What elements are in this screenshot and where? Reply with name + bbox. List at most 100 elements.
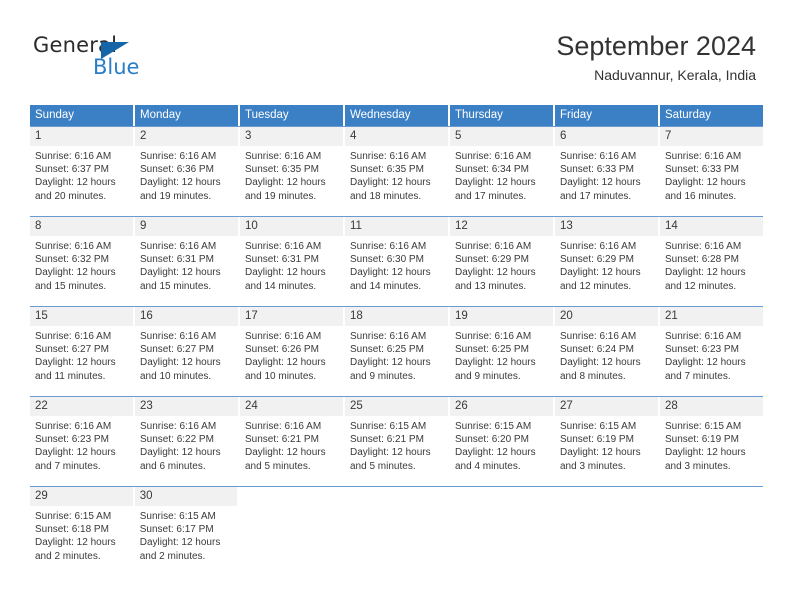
daylight-text-line2: and 15 minutes. [140,280,212,292]
day-cell[interactable]: 13 Sunrise: 6:16 AM Sunset: 6:29 PM Dayligh… [555,217,658,306]
sunset-text: Sunset: 6:19 PM [560,434,634,446]
daylight-text-line1: Daylight: 12 hours [140,357,221,369]
day-cell[interactable]: 24 Sunrise: 6:16 AM Sunset: 6:21 PM Dayligh… [240,397,343,486]
day-cell[interactable]: 25 Sunrise: 6:15 AM Sunset: 6:21 PM Dayligh… [345,397,448,486]
day-cell[interactable]: 27 Sunrise: 6:15 AM Sunset: 6:19 PM Dayligh… [555,397,658,486]
sunrise-text: Sunrise: 6:16 AM [35,241,112,252]
sunrise-text: Sunrise: 6:15 AM [350,421,427,432]
day-cell[interactable]: 17 Sunrise: 6:16 AM Sunset: 6:26 PM Dayligh… [240,307,343,396]
empty-day-cell [344,487,447,576]
daylight-text-line1: Daylight: 12 hours [140,177,221,189]
day-cell[interactable]: 11 Sunrise: 6:16 AM Sunset: 6:30 PM Dayligh… [345,217,448,306]
sunset-text: Sunset: 6:22 PM [140,434,214,446]
sunset-text: Sunset: 6:21 PM [245,434,319,446]
day-number: 8 [30,217,133,236]
day-details: Sunrise: 6:16 AM Sunset: 6:23 PM Daylight:… [660,326,763,383]
daylight-text-line2: and 18 minutes. [350,190,422,202]
day-number: 24 [240,397,343,416]
day-details: Sunrise: 6:15 AM Sunset: 6:17 PM Daylight:… [135,506,238,563]
daylight-text-line2: and 3 minutes. [560,460,626,472]
sunrise-text: Sunrise: 6:16 AM [560,331,637,342]
sunrise-text: Sunrise: 6:16 AM [560,241,637,252]
day-cell[interactable]: 18 Sunrise: 6:16 AM Sunset: 6:25 PM Dayligh… [345,307,448,396]
day-cell[interactable]: 26 Sunrise: 6:15 AM Sunset: 6:20 PM Dayligh… [450,397,553,486]
day-cell[interactable]: 23 Sunrise: 6:16 AM Sunset: 6:22 PM Dayligh… [135,397,238,486]
calendar-grid: Sunday Monday Tuesday Wednesday Thursday Frid… [30,105,763,576]
title-block: September 2024 Naduvannur, Kerala, India [556,30,756,84]
daylight-text-line1: Daylight: 12 hours [350,357,431,369]
day-cell[interactable]: 6 Sunrise: 6:16 AM Sunset: 6:33 PM Daylight… [555,127,658,216]
sunrise-text: Sunrise: 6:15 AM [665,421,742,432]
sunrise-text: Sunrise: 6:16 AM [455,241,532,252]
weekday-header-sunday: Sunday [30,105,133,126]
sunrise-text: Sunrise: 6:16 AM [665,151,742,162]
day-details: Sunrise: 6:16 AM Sunset: 6:31 PM Daylight:… [240,236,343,293]
daylight-text-line1: Daylight: 12 hours [560,267,641,279]
week-body: 29 Sunrise: 6:15 AM Sunset: 6:18 PM Dayligh… [30,487,763,576]
daylight-text-line2: and 5 minutes. [245,460,311,472]
day-cell[interactable]: 14 Sunrise: 6:16 AM Sunset: 6:28 PM Dayligh… [660,217,763,306]
day-details: Sunrise: 6:16 AM Sunset: 6:29 PM Daylight:… [555,236,658,293]
sunset-text: Sunset: 6:29 PM [455,254,529,266]
sunrise-text: Sunrise: 6:16 AM [560,151,637,162]
day-cell[interactable]: 9 Sunrise: 6:16 AM Sunset: 6:31 PM Daylight… [135,217,238,306]
day-cell[interactable]: 3 Sunrise: 6:16 AM Sunset: 6:35 PM Daylight… [240,127,343,216]
day-number: 19 [450,307,553,326]
daylight-text-line1: Daylight: 12 hours [665,267,746,279]
sunset-text: Sunset: 6:35 PM [350,164,424,176]
day-cell[interactable]: 29 Sunrise: 6:15 AM Sunset: 6:18 PM Dayligh… [30,487,133,576]
day-cell[interactable]: 19 Sunrise: 6:16 AM Sunset: 6:25 PM Dayligh… [450,307,553,396]
sunset-text: Sunset: 6:30 PM [350,254,424,266]
sunrise-text: Sunrise: 6:15 AM [35,511,112,522]
day-details: Sunrise: 6:16 AM Sunset: 6:31 PM Daylight:… [135,236,238,293]
day-cell[interactable]: 7 Sunrise: 6:16 AM Sunset: 6:33 PM Daylight… [660,127,763,216]
day-cell[interactable]: 16 Sunrise: 6:16 AM Sunset: 6:27 PM Dayligh… [135,307,238,396]
day-cell[interactable]: 4 Sunrise: 6:16 AM Sunset: 6:35 PM Daylight… [345,127,448,216]
page-title: September 2024 [556,31,756,61]
week-body: 15 Sunrise: 6:16 AM Sunset: 6:27 PM Dayligh… [30,307,763,396]
sunset-text: Sunset: 6:35 PM [245,164,319,176]
page-header: General Blue September 2024 Naduvannur, … [0,0,792,96]
day-number: 15 [30,307,133,326]
daylight-text-line1: Daylight: 12 hours [245,447,326,459]
sunrise-text: Sunrise: 6:16 AM [350,331,427,342]
day-cell[interactable]: 8 Sunrise: 6:16 AM Sunset: 6:32 PM Daylight… [30,217,133,306]
daylight-text-line1: Daylight: 12 hours [455,357,536,369]
day-cell[interactable]: 2 Sunrise: 6:16 AM Sunset: 6:36 PM Daylight… [135,127,238,216]
day-number: 22 [30,397,133,416]
day-details: Sunrise: 6:15 AM Sunset: 6:19 PM Daylight:… [555,416,658,473]
sunset-text: Sunset: 6:24 PM [560,344,634,356]
daylight-text-line2: and 15 minutes. [35,280,107,292]
day-cell[interactable]: 15 Sunrise: 6:16 AM Sunset: 6:27 PM Dayligh… [30,307,133,396]
day-cell[interactable]: 20 Sunrise: 6:16 AM Sunset: 6:24 PM Dayligh… [555,307,658,396]
day-cell[interactable]: 12 Sunrise: 6:16 AM Sunset: 6:29 PM Dayligh… [450,217,553,306]
daylight-text-line1: Daylight: 12 hours [140,267,221,279]
daylight-text-line2: and 14 minutes. [245,280,317,292]
page-subtitle: Naduvannur, Kerala, India [594,67,756,83]
day-cell[interactable]: 30 Sunrise: 6:15 AM Sunset: 6:17 PM Dayligh… [134,487,238,576]
brand-logo[interactable]: General Blue [33,33,213,83]
daylight-text-line2: and 8 minutes. [560,370,626,382]
day-details: Sunrise: 6:15 AM Sunset: 6:18 PM Daylight:… [30,506,133,563]
day-details: Sunrise: 6:16 AM Sunset: 6:25 PM Daylight:… [345,326,448,383]
day-number: 13 [555,217,658,236]
daylight-text-line2: and 17 minutes. [560,190,632,202]
sunset-text: Sunset: 6:37 PM [35,164,109,176]
day-cell[interactable]: 1 Sunrise: 6:16 AM Sunset: 6:37 PM Daylight… [30,127,133,216]
day-cell[interactable]: 5 Sunrise: 6:16 AM Sunset: 6:34 PM Daylight… [450,127,553,216]
sunrise-text: Sunrise: 6:16 AM [245,241,322,252]
sunrise-text: Sunrise: 6:16 AM [35,421,112,432]
day-cell[interactable]: 21 Sunrise: 6:16 AM Sunset: 6:23 PM Dayligh… [660,307,763,396]
day-details: Sunrise: 6:16 AM Sunset: 6:29 PM Daylight:… [450,236,553,293]
calendar-weeks: 1 Sunrise: 6:16 AM Sunset: 6:37 PM Daylight… [30,126,763,576]
daylight-text-line1: Daylight: 12 hours [560,177,641,189]
day-cell[interactable]: 10 Sunrise: 6:16 AM Sunset: 6:31 PM Dayligh… [240,217,343,306]
sunrise-text: Sunrise: 6:15 AM [455,421,532,432]
day-number: 3 [240,127,343,146]
day-cell[interactable]: 28 Sunrise: 6:15 AM Sunset: 6:19 PM Dayligh… [660,397,763,486]
day-number: 25 [345,397,448,416]
day-cell[interactable]: 22 Sunrise: 6:16 AM Sunset: 6:23 PM Dayligh… [30,397,133,486]
day-details: Sunrise: 6:16 AM Sunset: 6:30 PM Daylight:… [345,236,448,293]
daylight-text-line2: and 6 minutes. [140,460,206,472]
daylight-text-line1: Daylight: 12 hours [35,447,116,459]
